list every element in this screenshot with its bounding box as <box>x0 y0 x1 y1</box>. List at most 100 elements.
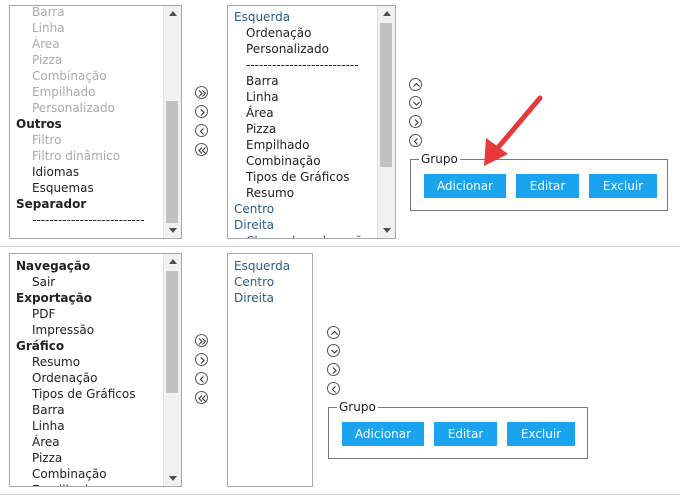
available-items-list[interactable]: Barra Linha Área Pizza Combinação Empilhado Pe… <box>9 5 182 239</box>
list-item[interactable]: Impressão <box>10 322 164 338</box>
move-up-button[interactable] <box>409 78 422 91</box>
chevron-left-icon <box>331 386 336 393</box>
delete-button[interactable]: Excluir <box>589 174 657 198</box>
double-chevron-right-icon <box>198 338 207 345</box>
chevron-down-icon <box>331 349 338 354</box>
move-all-right-button[interactable] <box>195 86 208 99</box>
edit-button[interactable]: Editar <box>516 174 579 198</box>
chevron-left-icon <box>199 376 204 383</box>
scroll-thumb[interactable] <box>166 271 178 393</box>
list-item: Pizza <box>32 53 63 67</box>
scroll-up-arrow-icon[interactable] <box>164 254 181 268</box>
list-item[interactable]: Tipos de Gráficos <box>10 386 164 402</box>
move-all-left-button[interactable] <box>195 143 208 156</box>
list-item[interactable]: Área <box>228 105 378 121</box>
list-item[interactable]: Barra <box>10 402 164 418</box>
list-item[interactable]: Combinação <box>10 466 164 482</box>
top-panel: Barra Linha Área Pizza Combinação Empilhado Pe… <box>0 0 680 245</box>
available-items-container-bottom: Navegação Sair Exportação PDF Impressão Gráfi… <box>10 258 164 486</box>
list-group-header[interactable]: Separador <box>10 196 164 212</box>
list-item[interactable]: Direita <box>228 290 312 306</box>
list-item: Barra <box>32 5 65 19</box>
list-item[interactable]: Empilhado <box>10 482 164 486</box>
scroll-up-arrow-icon[interactable] <box>164 6 181 20</box>
add-button-bottom[interactable]: Adicionar <box>342 422 424 446</box>
scroll-down-arrow-icon[interactable] <box>164 472 181 486</box>
list-item: Área <box>32 37 60 51</box>
list-group-header[interactable]: Gráfico <box>10 338 164 354</box>
add-button[interactable]: Adicionar <box>424 174 506 198</box>
move-left-button-bottom[interactable] <box>195 372 208 385</box>
list-item[interactable]: Centro <box>228 274 312 290</box>
move-right-small-button-bottom[interactable] <box>327 363 340 376</box>
scrollbar[interactable] <box>163 6 181 238</box>
chevron-right-icon <box>200 357 205 364</box>
list-item[interactable]: Tipos de Gráficos <box>228 169 378 185</box>
move-right-button-bottom[interactable] <box>195 353 208 366</box>
move-all-left-button-bottom[interactable] <box>195 391 208 404</box>
double-chevron-left-icon <box>198 147 206 154</box>
list-item[interactable]: Personalizado <box>228 41 378 57</box>
section-divider <box>0 494 680 495</box>
list-item[interactable]: Esquerda <box>228 9 378 25</box>
list-item[interactable]: Sair <box>10 274 164 290</box>
list-item[interactable]: Esquemas <box>10 180 164 196</box>
scroll-up-arrow-icon[interactable] <box>378 6 395 20</box>
list-item: Combinação <box>32 69 107 83</box>
move-down-button-bottom[interactable] <box>327 344 340 357</box>
selected-items-container: Esquerda Ordenação Personalizado ----------… <box>228 9 378 238</box>
scroll-down-arrow-icon[interactable] <box>164 224 181 238</box>
annotation-arrow-icon <box>484 95 543 166</box>
list-item[interactable]: Pizza <box>10 450 164 466</box>
list-item[interactable]: Resumo <box>228 185 378 201</box>
scrollbar[interactable] <box>163 254 181 486</box>
selected-items-list-bottom[interactable]: Esquerda Centro Direita <box>227 253 313 487</box>
edit-button-bottom[interactable]: Editar <box>434 422 497 446</box>
group-legend: Grupo <box>421 152 458 166</box>
scroll-thumb[interactable] <box>380 23 392 167</box>
list-item[interactable]: Linha <box>10 418 164 434</box>
list-item[interactable]: Ordenação <box>10 370 164 386</box>
double-chevron-right-icon <box>198 90 207 97</box>
list-item[interactable]: Direita <box>228 217 378 233</box>
list-item[interactable]: Idiomas <box>10 164 164 180</box>
list-item[interactable]: Resumo <box>10 354 164 370</box>
list-group-header[interactable]: Exportação <box>10 290 164 306</box>
list-group-header[interactable]: Outros <box>10 116 164 132</box>
list-item[interactable]: Linha <box>228 89 378 105</box>
list-item[interactable]: Ordenação <box>228 25 378 41</box>
list-item[interactable]: Barra <box>228 73 378 89</box>
scrollbar[interactable] <box>377 6 395 238</box>
delete-button-bottom[interactable]: Excluir <box>507 422 575 446</box>
move-left-small-button[interactable] <box>409 134 422 147</box>
move-left-small-button-bottom[interactable] <box>327 382 340 395</box>
list-item: Linha <box>32 21 65 35</box>
move-left-button[interactable] <box>195 124 208 137</box>
selected-items-container-bottom: Esquerda Centro Direita <box>228 258 312 306</box>
list-item[interactable]: Pizza <box>228 121 378 137</box>
move-right-button[interactable] <box>195 105 208 118</box>
list-item[interactable]: Esquerda <box>228 258 312 274</box>
list-group-header[interactable]: Navegação <box>10 258 164 274</box>
selected-items-list[interactable]: Esquerda Ordenação Personalizado ----------… <box>227 5 396 239</box>
list-item[interactable]: Área <box>10 434 164 450</box>
list-item[interactable]: -------------------------- <box>10 212 164 228</box>
list-item[interactable]: Empilhado <box>228 137 378 153</box>
move-up-button-bottom[interactable] <box>327 326 340 339</box>
move-all-right-button-bottom[interactable] <box>195 334 208 347</box>
available-items-list-bottom[interactable]: Navegação Sair Exportação PDF Impressão Gráfi… <box>9 253 182 487</box>
chevron-left-icon <box>199 128 204 135</box>
list-item: Filtro <box>32 133 62 147</box>
double-chevron-left-icon <box>198 395 206 402</box>
scroll-thumb[interactable] <box>166 101 178 223</box>
chevron-up-icon <box>331 330 338 335</box>
move-right-small-button[interactable] <box>409 115 422 128</box>
list-item[interactable]: Centro <box>228 201 378 217</box>
list-item[interactable]: Chave de ordenação <box>228 233 378 238</box>
list-item[interactable]: -------------------------- <box>228 57 378 73</box>
chevron-right-icon <box>414 119 419 126</box>
list-item[interactable]: PDF <box>10 306 164 322</box>
scroll-down-arrow-icon[interactable] <box>378 224 395 238</box>
move-down-button[interactable] <box>409 96 422 109</box>
list-item[interactable]: Combinação <box>228 153 378 169</box>
